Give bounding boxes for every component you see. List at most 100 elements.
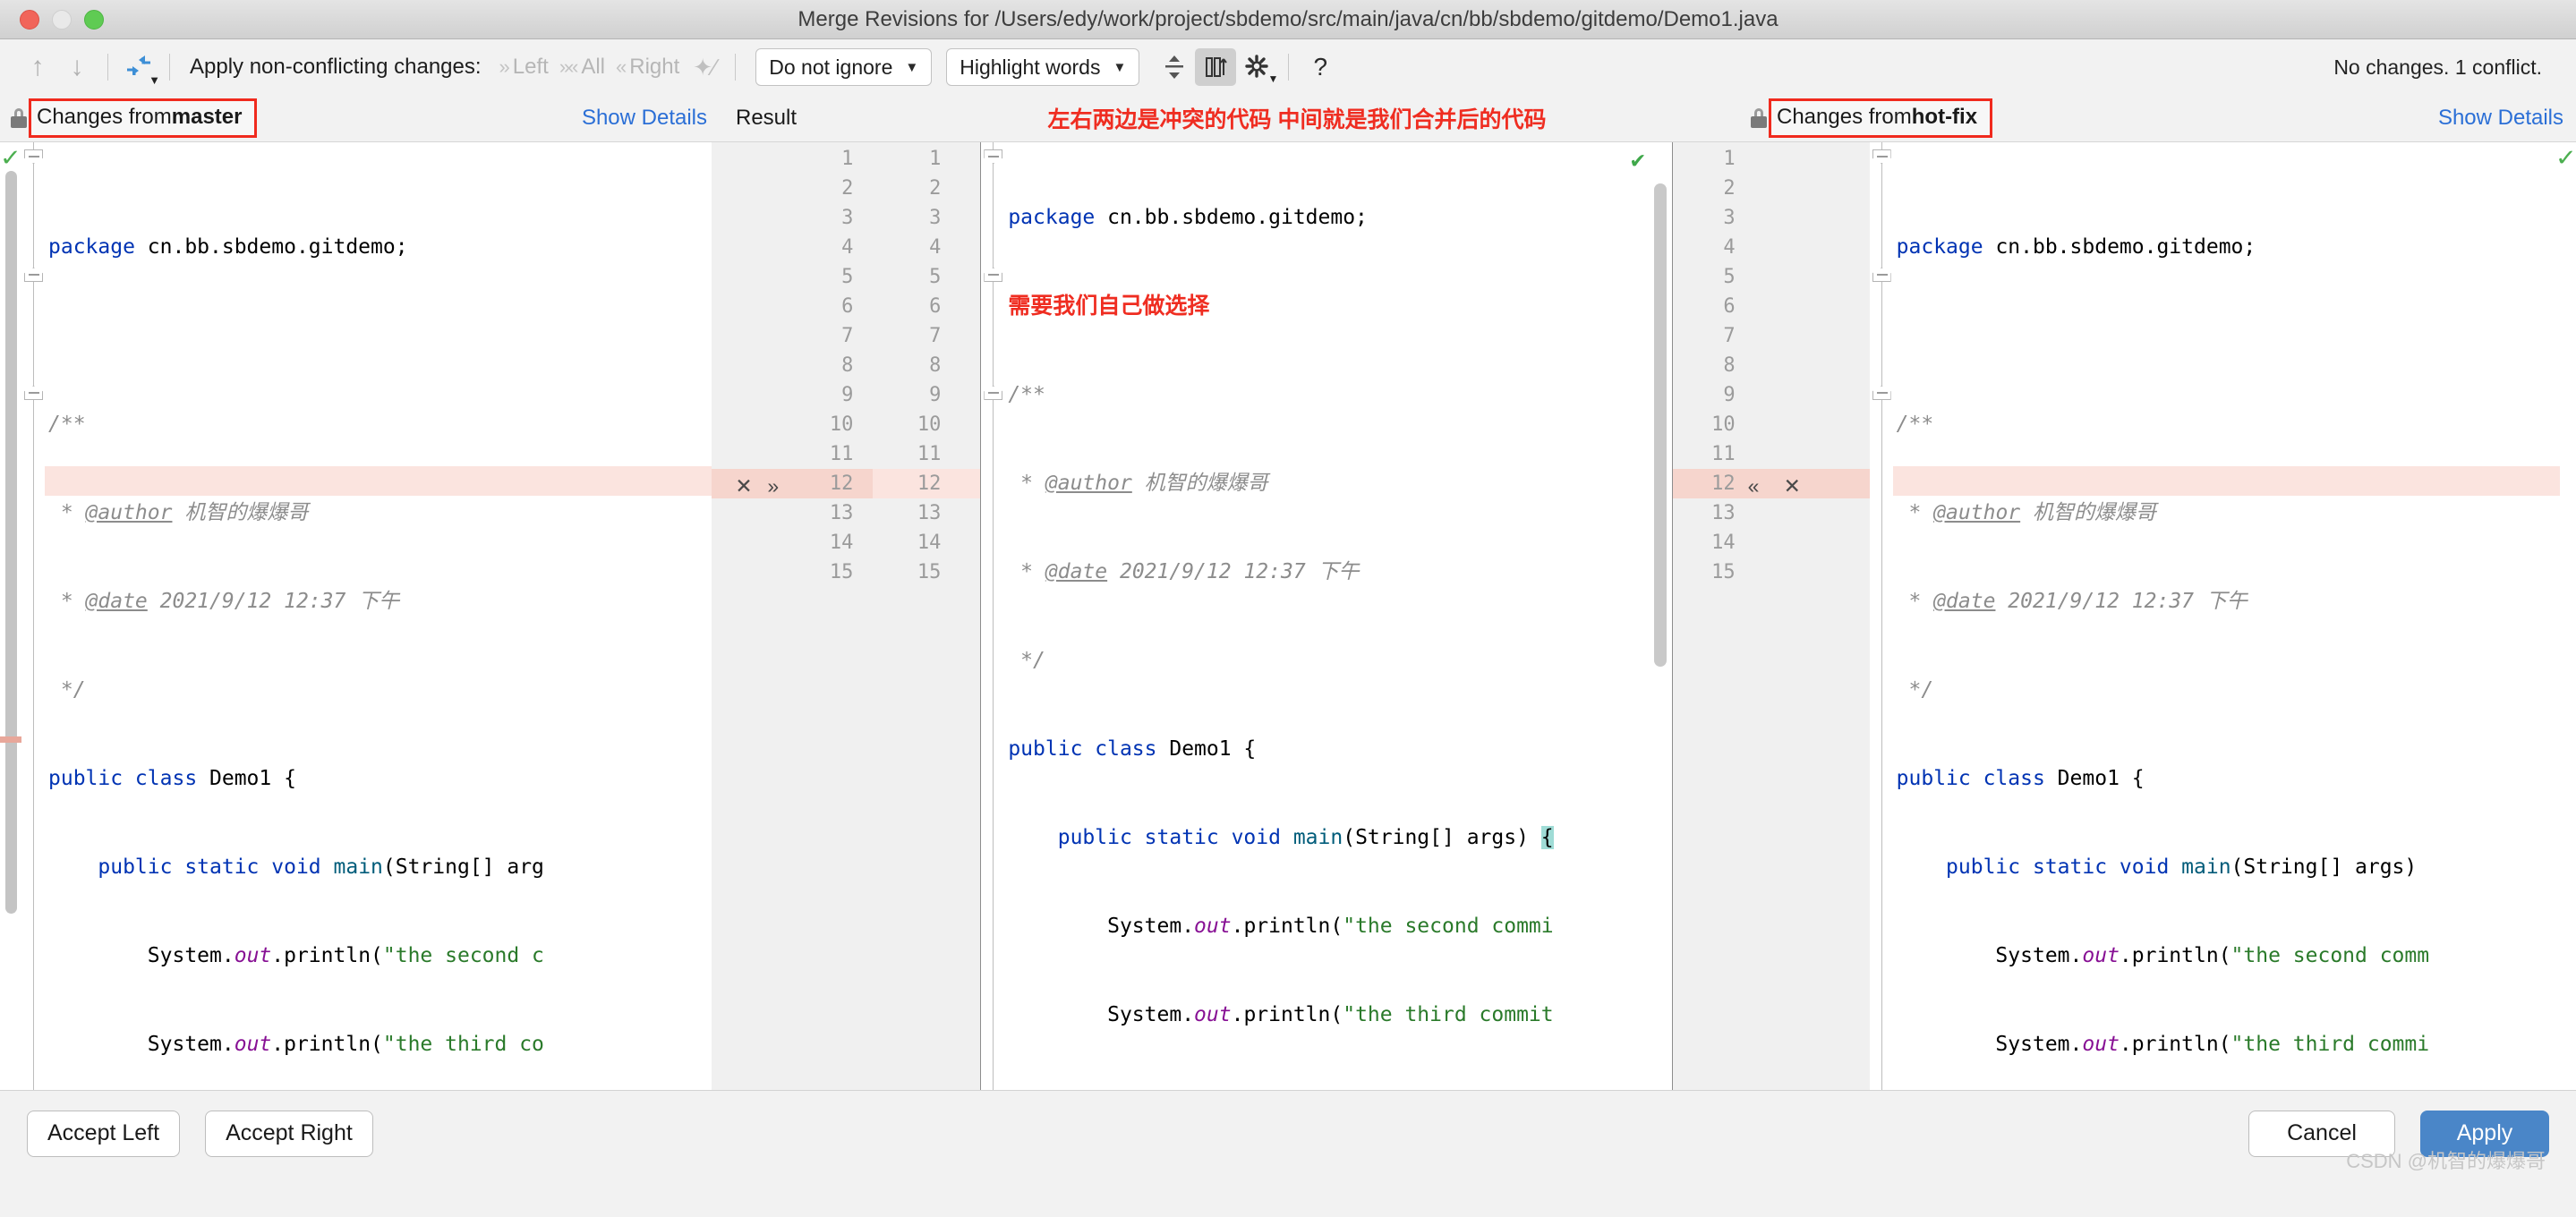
apply-all-label: All	[581, 55, 605, 80]
collapse-unchanged-icon[interactable]	[1154, 48, 1195, 86]
side-by-side-viewer-icon[interactable]	[1195, 48, 1236, 86]
line-number: 3	[887, 203, 941, 233]
code-line: * @author 机智的爆爆哥	[1893, 498, 2560, 528]
collapse-glyph	[1163, 54, 1186, 81]
line-number: 13	[799, 498, 853, 528]
code-line: System.out.println("the second c	[45, 941, 712, 971]
code-line: System.out.println("the third commit	[1004, 1000, 1671, 1030]
left-marker-strip[interactable]: ✓	[0, 142, 21, 1090]
right-code-editor[interactable]: package cn.bb.sbdemo.gitdemo; /** * @aut…	[1893, 142, 2560, 1090]
right-branch-prefix: Changes from	[1777, 105, 1912, 130]
apply-all-button[interactable]: »« All	[559, 55, 605, 80]
line-number: 5	[799, 262, 853, 292]
left-code-editor[interactable]: package cn.bb.sbdemo.gitdemo; /** * @aut…	[45, 142, 712, 1090]
help-question-icon[interactable]: ?	[1300, 48, 1341, 86]
reject-close-icon-left[interactable]: ✕	[735, 472, 752, 501]
line-number: 13	[887, 498, 941, 528]
line-number: 1	[887, 144, 941, 174]
fold-icon-right-line7[interactable]	[1872, 386, 1891, 400]
fold-icon-mid-line3[interactable]	[984, 268, 1002, 282]
center-annotation-wrap: 左右两边是冲突的代码 中间就是我们合并后的代码	[850, 102, 1744, 134]
reject-close-icon-right[interactable]: ✕	[1784, 472, 1801, 501]
line-number: 1	[799, 144, 853, 174]
apply-non-conflicting-icon[interactable]: ▼	[119, 47, 158, 87]
code-line: public class Demo1 {	[45, 764, 712, 794]
fold-icon-line3[interactable]	[24, 268, 43, 282]
accept-left-chevrons-icon-right[interactable]: «	[1748, 472, 1760, 501]
right-fold-line	[1881, 142, 1882, 1090]
apply-right-button[interactable]: « Right	[616, 55, 679, 80]
ignore-policy-select[interactable]: Do not ignore ▼	[755, 48, 932, 86]
line-number: 2	[1673, 174, 1736, 203]
code-line: * @date 2021/9/12 12:37 下午	[45, 587, 712, 617]
code-line: */	[1893, 676, 2560, 705]
result-annotation: 需要我们自己做选择	[1008, 294, 1209, 319]
result-code-editor[interactable]: package cn.bb.sbdemo.gitdemo; 需要我们自己做选择 …	[1004, 142, 1671, 1090]
line-number: 3	[799, 203, 853, 233]
code-line: /**	[1004, 380, 1671, 410]
ignore-policy-value: Do not ignore	[769, 55, 892, 80]
accept-right-chevrons-icon-left[interactable]: »	[767, 472, 779, 501]
left-gutter[interactable]: ✕ » 1 2 3 4 5 6 7 8 9 10 11 12 13 14 15 …	[712, 142, 980, 1090]
code-line: package cn.bb.sbdemo.gitdemo;	[1004, 203, 1671, 233]
highlight-policy-select[interactable]: Highlight words ▼	[946, 48, 1139, 86]
code-line: public static void main(String[] args)	[1893, 853, 2560, 882]
fold-icon-right-line1[interactable]	[1872, 149, 1891, 164]
right-gutter[interactable]: 1 2 3 4 5 6 7 8 9 10 11 12 13 14 15 « ✕	[1673, 142, 1870, 1090]
left-conflict-band	[45, 466, 712, 496]
line-number: 13	[1673, 498, 1736, 528]
arrow-up-icon[interactable]: ↑	[18, 47, 57, 87]
code-line: package cn.bb.sbdemo.gitdemo;	[45, 233, 712, 262]
accept-left-button[interactable]: Accept Left	[27, 1111, 180, 1157]
code-line: public static void main(String[] args) {	[1004, 823, 1671, 853]
code-line: System.out.println("the second comm	[1893, 941, 2560, 971]
left-conflict-marker[interactable]	[0, 736, 21, 743]
right-branch-title: Changes from hot-fix	[1769, 98, 1992, 138]
fold-icon-line7[interactable]	[24, 386, 43, 400]
line-number: 12	[799, 469, 853, 498]
line-number: 7	[799, 321, 853, 351]
line-number: 15	[799, 557, 853, 587]
line-number: 8	[799, 351, 853, 380]
arrow-down-icon[interactable]: ↓	[57, 47, 97, 87]
line-number: 9	[887, 380, 941, 410]
fold-icon-line1[interactable]	[24, 149, 43, 164]
line-number: 15	[1673, 557, 1736, 587]
accept-right-button[interactable]: Accept Right	[205, 1111, 373, 1157]
merge-status-text: No changes. 1 conflict.	[2333, 55, 2558, 80]
csdn-watermark: CSDN @机智的爆爆哥	[2346, 1145, 2546, 1174]
left-branch-prefix: Changes from	[37, 105, 172, 130]
fold-icon-mid-line1[interactable]	[984, 149, 1002, 164]
line-number: 11	[887, 439, 941, 469]
pane-headers: Changes from master Show Details Result …	[0, 95, 2576, 141]
right-line-numbers: 1 2 3 4 5 6 7 8 9 10 11 12 13 14 15	[1673, 144, 1736, 587]
middle-fold-line	[993, 142, 994, 1090]
line-number: 9	[1673, 380, 1736, 410]
left-pane-header: Changes from master Show Details	[0, 98, 707, 138]
right-marker-strip[interactable]: ✓	[2560, 142, 2576, 1090]
lock-icon-right	[1751, 108, 1767, 128]
apply-non-conflicting-label: Apply non-conflicting changes:	[190, 55, 482, 80]
line-number: 8	[1673, 351, 1736, 380]
right-show-details-link[interactable]: Show Details	[2438, 106, 2563, 131]
no-errors-check-icon: ✓	[0, 144, 21, 172]
right-pane-header: Changes from hot-fix Show Details	[1744, 98, 2576, 138]
fold-icon-mid-line7[interactable]	[984, 386, 1002, 400]
result-scroll-thumb[interactable]	[1654, 183, 1667, 667]
result-annotation-line: 需要我们自己做选择	[1004, 292, 1671, 321]
right-ok-check-icon: ✓	[2555, 144, 2576, 172]
result-label: Result	[736, 106, 797, 131]
code-line: public static void main(String[] arg	[45, 853, 712, 882]
gear-icon[interactable]: ▼	[1236, 48, 1277, 86]
line-number: 14	[887, 528, 941, 557]
code-line	[1893, 321, 2560, 351]
toolbar-divider	[107, 54, 108, 81]
left-show-details-link[interactable]: Show Details	[582, 106, 707, 131]
window-title: Merge Revisions for /Users/edy/work/proj…	[0, 7, 2576, 32]
fold-icon-right-line3[interactable]	[1872, 268, 1891, 282]
left-scroll-thumb[interactable]	[5, 171, 17, 914]
apply-left-button[interactable]: » Left	[499, 55, 549, 80]
line-number: 11	[799, 439, 853, 469]
dialog-button-bar: Accept Left Accept Right Cancel Apply CS…	[0, 1090, 2576, 1176]
magic-wand-icon[interactable]: ✦∕	[685, 47, 724, 87]
